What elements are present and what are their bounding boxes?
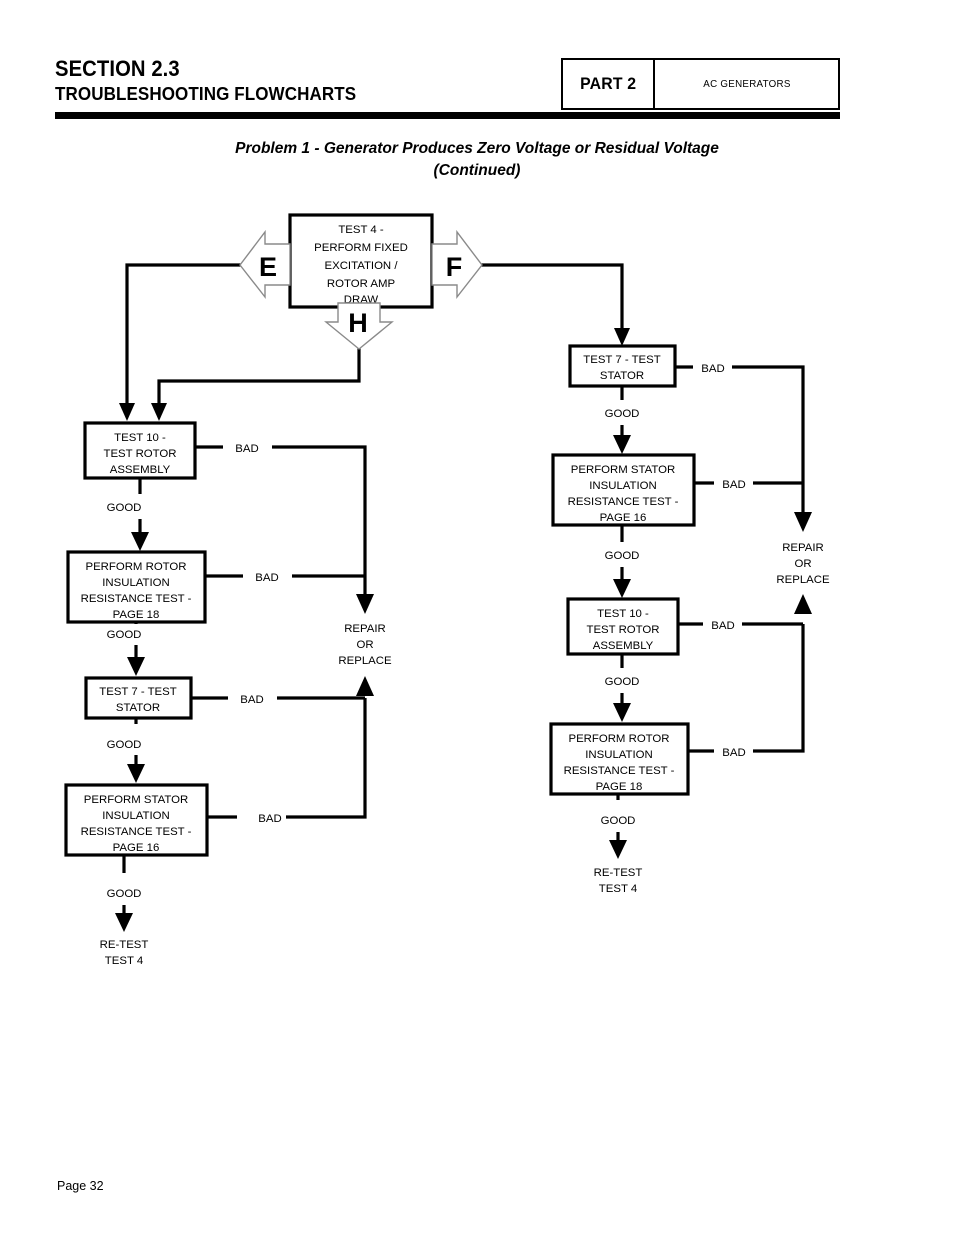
edge-label-left-n4-bad: BAD — [258, 813, 281, 825]
edge-label-right-n4-good: GOOD — [601, 815, 636, 827]
node-right-stator-ins-line2: INSULATION — [589, 480, 657, 492]
arrowhead-right-n3-good — [613, 703, 631, 722]
node-left-test10-line2: TEST ROTOR — [104, 448, 177, 460]
node-left-repair-line1: REPAIR — [344, 623, 386, 635]
arrowhead-right-n2-good — [613, 579, 631, 598]
node-left-stator-ins-line3: RESISTANCE TEST - — [81, 826, 192, 838]
node-test4-line2: PERFORM FIXED — [314, 242, 408, 254]
arrowhead-right-repair-top — [794, 512, 812, 532]
node-left-test7-line1: TEST 7 - TEST — [99, 686, 176, 698]
node-left-rotor-ins-line1: PERFORM ROTOR — [85, 561, 186, 573]
edge-right-n4-bad — [753, 624, 805, 753]
node-left-stator-ins-line4: PAGE 16 — [113, 842, 160, 854]
node-right-stator-ins-line4: PAGE 16 — [600, 512, 647, 524]
arrowhead-connH — [151, 403, 167, 421]
node-right-repair-line3: REPLACE — [776, 574, 830, 586]
edge-connH-to-test10 — [157, 340, 361, 411]
arrowhead-left-n4-good — [115, 913, 133, 932]
edge-right-n1-bad — [732, 365, 805, 521]
connector-f-letter: F — [446, 252, 463, 282]
node-left-stator-ins-line2: INSULATION — [102, 810, 170, 822]
node-test4-line4: ROTOR AMP — [327, 278, 395, 290]
node-right-test10-line1: TEST 10 - — [597, 608, 649, 620]
node-left-repair-line2: OR — [356, 639, 373, 651]
arrowhead-left-repair-top — [356, 594, 374, 614]
node-right-rotor-ins-line4: PAGE 18 — [596, 781, 643, 793]
edge-label-right-n2-bad: BAD — [722, 479, 745, 491]
arrowhead-left-n2-good — [127, 657, 145, 676]
edge-label-right-n1-good: GOOD — [605, 408, 640, 420]
connector-e-letter: E — [259, 252, 277, 282]
arrowhead-connE — [119, 403, 135, 421]
node-left-stator-ins-line1: PERFORM STATOR — [84, 794, 188, 806]
node-right-repair-line1: REPAIR — [782, 542, 824, 554]
edge-label-right-n2-good: GOOD — [605, 550, 640, 562]
node-right-rotor-ins-line3: RESISTANCE TEST - — [564, 765, 675, 777]
edge-label-left-n2-bad: BAD — [255, 572, 278, 584]
node-test4-line3: EXCITATION / — [325, 260, 399, 272]
node-right-stator-ins-line1: PERFORM STATOR — [571, 464, 675, 476]
node-left-rotor-ins-line4: PAGE 18 — [113, 609, 160, 621]
node-left-repair-line3: REPLACE — [338, 655, 392, 667]
node-right-stator-ins-line3: RESISTANCE TEST - — [568, 496, 679, 508]
edge-label-left-n3-good: GOOD — [107, 739, 142, 751]
edge-connF-to-right-test7 — [477, 263, 624, 336]
arrowhead-right-n4-good — [609, 840, 627, 859]
node-right-repair-line2: OR — [794, 558, 811, 570]
edge-label-left-n1-good: GOOD — [107, 502, 142, 514]
edge-label-left-n4-good: GOOD — [107, 888, 142, 900]
connector-h-letter: H — [348, 308, 368, 338]
node-right-rotor-ins-line1: PERFORM ROTOR — [568, 733, 669, 745]
node-right-test10-line3: ASSEMBLY — [593, 640, 654, 652]
arrowhead-left-n1-good — [131, 532, 149, 551]
edge-label-left-n3-bad: BAD — [240, 694, 263, 706]
page-number: Page 32 — [57, 1179, 104, 1193]
node-left-test10-line1: TEST 10 - — [114, 432, 166, 444]
arrowhead-left-repair-bottom — [356, 676, 374, 696]
arrowhead-left-n3-good — [127, 764, 145, 783]
node-left-rotor-ins-line2: INSULATION — [102, 577, 170, 589]
node-right-retest-line2: TEST 4 — [599, 883, 637, 895]
node-left-retest-line1: RE-TEST — [100, 939, 149, 951]
edge-label-right-n3-bad: BAD — [711, 620, 734, 632]
node-right-rotor-ins-line2: INSULATION — [585, 749, 653, 761]
node-left-retest-line2: TEST 4 — [105, 955, 143, 967]
arrowhead-right-repair-bottom — [794, 594, 812, 614]
node-right-test7-line2: STATOR — [600, 370, 644, 382]
node-right-retest-line1: RE-TEST — [594, 867, 643, 879]
edge-label-right-n3-good: GOOD — [605, 676, 640, 688]
edge-left-n4-bad — [286, 698, 367, 819]
troubleshooting-flowchart: TEST 4 - PERFORM FIXED EXCITATION / ROTO… — [64, 213, 830, 967]
edge-label-right-n4-bad: BAD — [722, 747, 745, 759]
arrowhead-right-n1-good — [613, 435, 631, 454]
node-test4-line1: TEST 4 - — [338, 224, 384, 236]
node-left-test10-line3: ASSEMBLY — [110, 464, 171, 476]
node-right-test7-line1: TEST 7 - TEST — [583, 354, 660, 366]
node-left-test7-line2: STATOR — [116, 702, 160, 714]
edge-label-left-n1-bad: BAD — [235, 443, 258, 455]
edge-connE-to-test10 — [125, 263, 243, 411]
edge-label-left-n2-good: GOOD — [107, 629, 142, 641]
edge-left-n1-bad — [272, 445, 367, 603]
arrowhead-connF — [614, 328, 630, 346]
node-left-rotor-ins-line3: RESISTANCE TEST - — [81, 593, 192, 605]
node-right-test10-line2: TEST ROTOR — [587, 624, 660, 636]
edge-label-right-n1-bad: BAD — [701, 363, 724, 375]
